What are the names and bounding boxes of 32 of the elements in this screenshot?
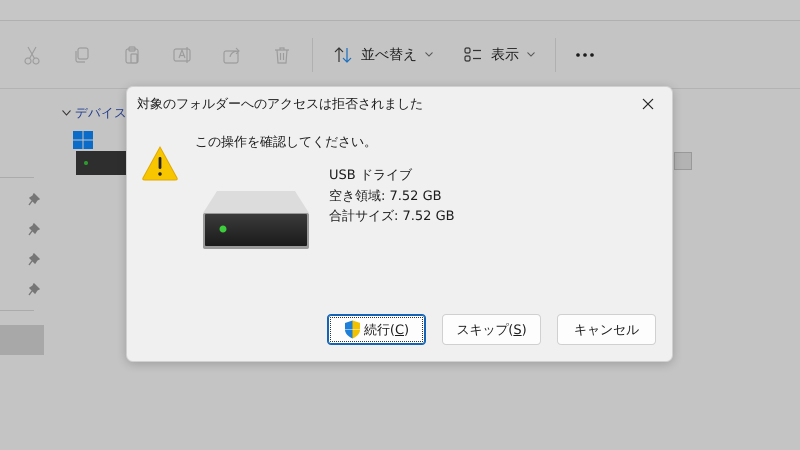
drive-detail: 合計サイズ: 7.52 GB [329,208,455,226]
sort-button[interactable]: 並べ替え [323,36,443,72]
dialog-button[interactable]: キャンセル [557,314,656,345]
share-icon [222,44,242,64]
cut-icon [22,44,42,64]
trash-icon [272,44,292,64]
dialog-button[interactable]: 続行(C) [327,314,426,345]
pin-icon [28,282,40,296]
drive-detail: USB ドライブ [329,167,414,185]
dialog-message: この操作を確認してください。 [195,134,378,151]
square-icon [674,152,692,170]
section-title: デバイス [75,104,127,122]
warning-icon [141,145,179,181]
sort-icon [333,44,353,64]
drive-detail: 空き領域: 7.52 GB [329,188,443,206]
caret-icon [527,52,535,57]
drive-icon [203,191,309,249]
pin-icon [28,222,40,236]
rename-icon [172,44,192,64]
drive-icon [76,149,126,175]
view-icon [463,44,483,64]
windows-logo-icon [73,131,93,149]
dialog-button[interactable]: スキップ(S) [442,314,541,345]
close-icon [642,98,654,110]
caret-icon [425,52,433,57]
shield-icon [344,320,361,339]
more-icon [576,52,594,56]
pin-icon [28,192,40,206]
view-button[interactable]: 表示 [453,36,545,72]
pin-icon [28,252,40,266]
dialog-title: 対象のフォルダーへのアクセスは拒否されました [137,96,423,113]
chevron-icon[interactable] [62,110,71,116]
